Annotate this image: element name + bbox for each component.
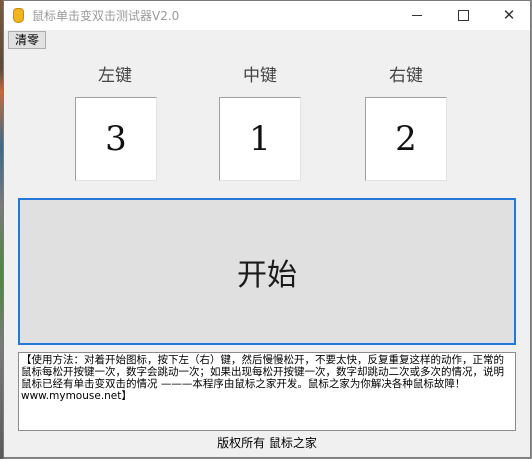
app-window: 鼠标单击变双击测试器V2.0 ✕ 清零 左键 中键 右键 3 1 2 开始 【使… — [3, 0, 531, 458]
copyright-footer: 版权所有 鼠标之家 — [217, 436, 317, 450]
right-click-count: 2 — [365, 97, 447, 181]
middle-button-label: 中键 — [243, 66, 277, 86]
minimize-icon — [412, 15, 422, 16]
left-button-label: 左键 — [98, 66, 132, 86]
close-button[interactable]: ✕ — [486, 1, 532, 30]
title-bar[interactable]: 鼠标单击变双击测试器V2.0 ✕ — [4, 1, 530, 30]
window-title: 鼠标单击变双击测试器V2.0 — [32, 9, 180, 23]
usage-instructions: 【使用方法：对着开始图标，按下左（右）键，然后慢慢松开，不要太快，反复重复这样的… — [18, 352, 516, 431]
maximize-button[interactable] — [440, 1, 486, 30]
start-test-button[interactable]: 开始 — [18, 198, 516, 345]
right-button-label: 右键 — [389, 66, 423, 86]
middle-click-count: 1 — [219, 97, 301, 181]
left-click-count: 3 — [75, 97, 157, 181]
maximize-icon — [457, 10, 469, 21]
clear-button[interactable]: 清零 — [8, 31, 46, 49]
minimize-button[interactable] — [394, 1, 440, 30]
mouse-app-icon — [13, 8, 24, 23]
close-icon: ✕ — [502, 6, 516, 24]
